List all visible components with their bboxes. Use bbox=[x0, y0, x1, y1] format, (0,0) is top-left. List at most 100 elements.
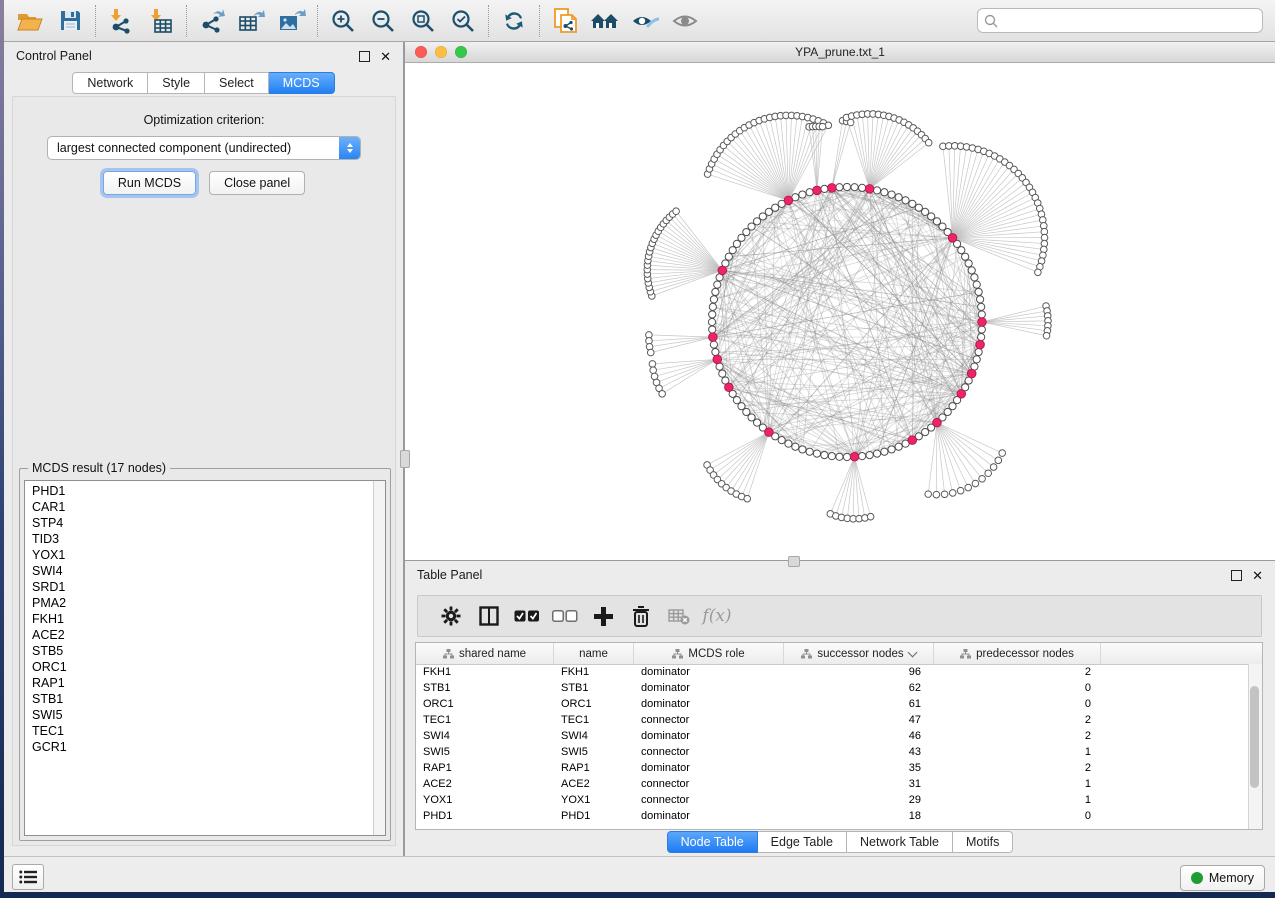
network-node[interactable] bbox=[933, 491, 940, 498]
table-row[interactable]: FKH1FKH1dominator962 bbox=[416, 664, 1249, 680]
tab-node-table[interactable]: Node Table bbox=[667, 831, 758, 853]
network-node[interactable] bbox=[902, 197, 909, 204]
table-cell[interactable]: dominator bbox=[634, 808, 784, 824]
mcds-result-item[interactable]: STP4 bbox=[25, 515, 373, 531]
network-node[interactable] bbox=[710, 341, 717, 348]
network-node[interactable] bbox=[828, 453, 835, 460]
table-row[interactable]: TEC1TEC1connector472 bbox=[416, 712, 1249, 728]
network-node[interactable] bbox=[909, 200, 916, 207]
network-node[interactable] bbox=[895, 443, 902, 450]
mcds-result-listbox[interactable]: PHD1CAR1STP4TID3YOX1SWI4SRD1PMA2FKH1ACE2… bbox=[24, 480, 386, 836]
network-node[interactable] bbox=[792, 443, 799, 450]
float-table-panel-icon[interactable] bbox=[1231, 570, 1242, 581]
zoom-fit-icon[interactable] bbox=[403, 3, 443, 39]
close-panel-icon[interactable]: ✕ bbox=[380, 52, 391, 61]
table-cell[interactable]: 96 bbox=[784, 664, 934, 680]
table-cell[interactable] bbox=[1101, 808, 1249, 824]
network-node[interactable] bbox=[843, 453, 850, 460]
network-node[interactable] bbox=[925, 491, 932, 498]
network-node[interactable] bbox=[709, 303, 716, 310]
zoom-out-icon[interactable] bbox=[363, 3, 403, 39]
network-node[interactable] bbox=[990, 464, 997, 471]
table-cell[interactable]: TEC1 bbox=[554, 712, 634, 728]
tab-motifs[interactable]: Motifs bbox=[953, 831, 1013, 853]
table-cell[interactable]: SWI5 bbox=[554, 744, 634, 760]
network-node[interactable] bbox=[941, 491, 948, 498]
network-node[interactable] bbox=[873, 450, 880, 457]
network-node[interactable] bbox=[958, 247, 965, 254]
network-node[interactable] bbox=[859, 184, 866, 191]
network-node[interactable] bbox=[973, 356, 980, 363]
table-cell[interactable] bbox=[1101, 760, 1249, 776]
mcds-hub-node[interactable] bbox=[957, 390, 966, 399]
table-cell[interactable]: dominator bbox=[634, 664, 784, 680]
delete-table-icon[interactable] bbox=[660, 608, 698, 625]
table-cell[interactable]: dominator bbox=[634, 760, 784, 776]
column-header-successor-nodes[interactable]: successor nodes bbox=[784, 643, 934, 664]
tab-mcds[interactable]: MCDS bbox=[269, 72, 335, 94]
table-scrollbar[interactable] bbox=[1248, 664, 1262, 829]
table-cell[interactable]: 2 bbox=[934, 760, 1101, 776]
table-cell[interactable]: 43 bbox=[784, 744, 934, 760]
network-node[interactable] bbox=[799, 191, 806, 198]
network-node[interactable] bbox=[712, 288, 719, 295]
network-node[interactable] bbox=[925, 139, 932, 146]
network-node[interactable] bbox=[806, 448, 813, 455]
table-cell[interactable]: FKH1 bbox=[416, 664, 554, 680]
zoom-selected-icon[interactable] bbox=[443, 3, 483, 39]
mcds-result-item[interactable]: ACE2 bbox=[25, 627, 373, 643]
network-node[interactable] bbox=[725, 253, 732, 260]
table-cell[interactable]: PHD1 bbox=[554, 808, 634, 824]
network-node[interactable] bbox=[978, 326, 985, 333]
table-cell[interactable]: dominator bbox=[634, 680, 784, 696]
table-cell[interactable]: 0 bbox=[934, 696, 1101, 712]
table-cell[interactable]: 1 bbox=[934, 776, 1101, 792]
table-cell[interactable]: connector bbox=[634, 776, 784, 792]
network-node[interactable] bbox=[709, 311, 716, 318]
table-cell[interactable]: connector bbox=[634, 712, 784, 728]
table-row[interactable]: ACE2ACE2connector311 bbox=[416, 776, 1249, 792]
table-cell[interactable]: RAP1 bbox=[416, 760, 554, 776]
mcds-result-item[interactable]: GCR1 bbox=[25, 739, 373, 755]
table-cell[interactable]: 29 bbox=[784, 792, 934, 808]
table-cell[interactable]: TEC1 bbox=[416, 712, 554, 728]
mcds-hub-node[interactable] bbox=[850, 452, 859, 461]
network-node[interactable] bbox=[650, 367, 657, 374]
window-maximize-icon[interactable] bbox=[455, 46, 467, 58]
network-node[interactable] bbox=[673, 208, 680, 215]
table-cell[interactable]: dominator bbox=[634, 728, 784, 744]
table-cell[interactable]: 35 bbox=[784, 760, 934, 776]
table-cell[interactable]: 1 bbox=[934, 792, 1101, 808]
duplicate-network-icon[interactable] bbox=[545, 3, 585, 39]
export-table-icon[interactable] bbox=[232, 3, 272, 39]
mcds-result-item[interactable]: STB5 bbox=[25, 643, 373, 659]
network-node[interactable] bbox=[976, 296, 983, 303]
mcds-hub-node[interactable] bbox=[908, 436, 917, 445]
mcds-list-scrollbar[interactable] bbox=[373, 481, 385, 835]
network-node[interactable] bbox=[778, 437, 785, 444]
mcds-hub-node[interactable] bbox=[784, 196, 793, 205]
network-node[interactable] bbox=[985, 470, 992, 477]
network-node[interactable] bbox=[819, 123, 826, 130]
memory-button[interactable]: Memory bbox=[1180, 865, 1265, 891]
mcds-result-item[interactable]: ORC1 bbox=[25, 659, 373, 675]
save-icon[interactable] bbox=[50, 3, 90, 39]
window-close-icon[interactable] bbox=[415, 46, 427, 58]
table-cell[interactable]: 2 bbox=[934, 712, 1101, 728]
table-cell[interactable] bbox=[1101, 712, 1249, 728]
mcds-result-item[interactable]: PHD1 bbox=[25, 483, 373, 499]
table-row[interactable]: YOX1YOX1connector291 bbox=[416, 792, 1249, 808]
table-cell[interactable]: 0 bbox=[934, 680, 1101, 696]
table-cell[interactable]: ACE2 bbox=[416, 776, 554, 792]
table-cell[interactable] bbox=[1101, 664, 1249, 680]
table-cell[interactable] bbox=[1101, 728, 1249, 744]
table-row[interactable]: RAP1RAP1dominator352 bbox=[416, 760, 1249, 776]
network-node[interactable] bbox=[1035, 269, 1042, 276]
open-file-icon[interactable] bbox=[10, 3, 50, 39]
table-row[interactable]: ORC1ORC1dominator610 bbox=[416, 696, 1249, 712]
network-graph[interactable] bbox=[405, 63, 1275, 560]
table-cell[interactable]: 2 bbox=[934, 664, 1101, 680]
table-cell[interactable]: 62 bbox=[784, 680, 934, 696]
table-cell[interactable] bbox=[1101, 792, 1249, 808]
network-node[interactable] bbox=[888, 446, 895, 453]
